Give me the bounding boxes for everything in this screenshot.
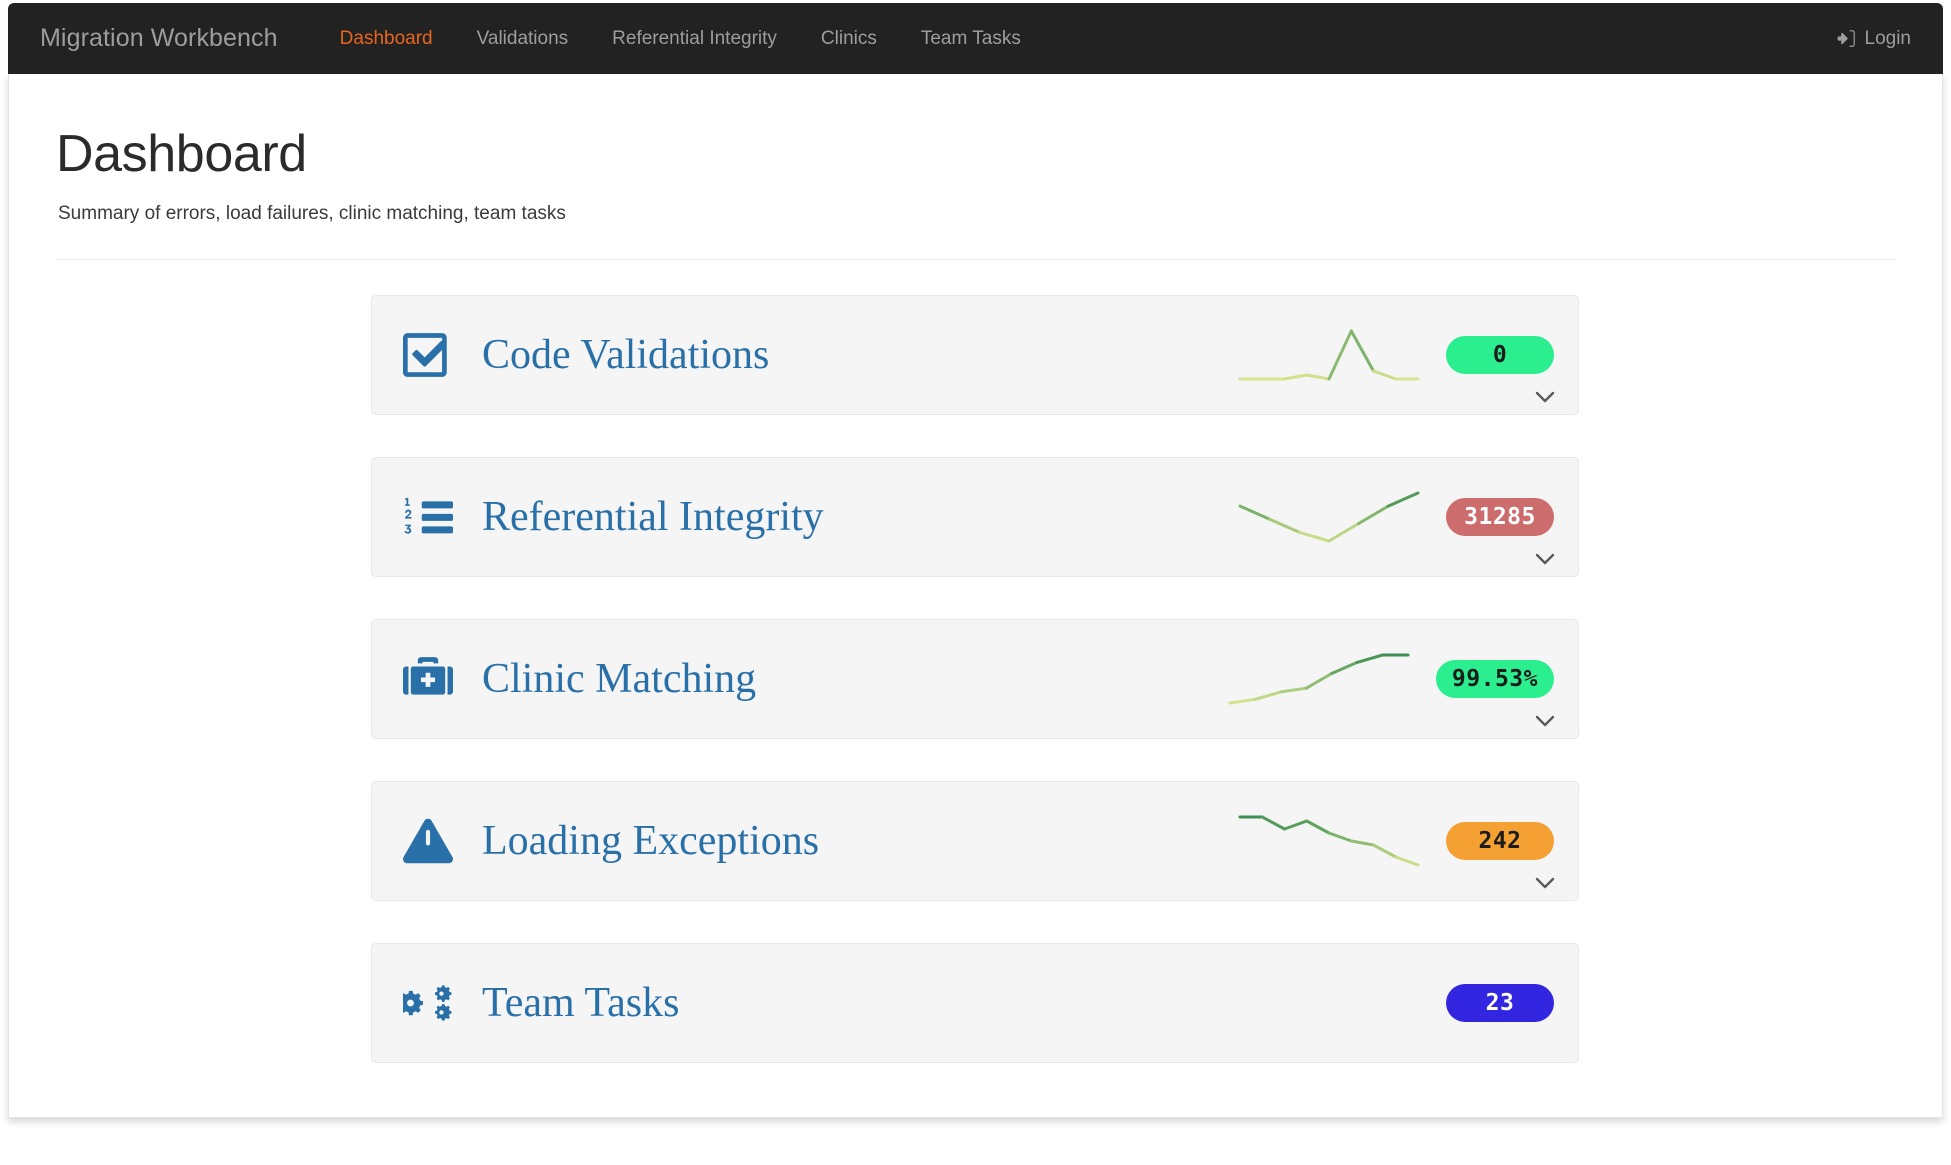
summary-card[interactable]: Code Validations 0 (371, 295, 1579, 415)
nav-link-dashboard[interactable]: Dashboard (318, 16, 455, 62)
trend-sparkline (1224, 649, 1414, 709)
metric-badge: 242 (1446, 822, 1554, 860)
nav-link-team-tasks[interactable]: Team Tasks (899, 16, 1043, 62)
nav-link-validations[interactable]: Validations (455, 16, 591, 62)
medical-kit-icon (400, 651, 456, 707)
trend-sparkline (1234, 487, 1424, 547)
sign-in-icon (1837, 29, 1856, 48)
page-title: Dashboard (56, 125, 307, 183)
trend-sparkline (1234, 325, 1424, 385)
summary-card-list: Code Validations 0 Referential Integrity 31… (371, 295, 1579, 1063)
summary-card[interactable]: Clinic Matching 99.53% (371, 619, 1579, 739)
check-square-icon (400, 327, 456, 383)
nav-links: Dashboard Validations Referential Integrit… (318, 16, 1043, 62)
card-title: Code Validations (482, 332, 770, 378)
header-divider (56, 259, 1896, 260)
nav-link-referential-integrity[interactable]: Referential Integrity (590, 16, 799, 62)
nav-link-clinics[interactable]: Clinics (799, 16, 899, 62)
card-title: Loading Exceptions (482, 818, 820, 864)
metric-badge: 23 (1446, 984, 1554, 1022)
card-title: Team Tasks (482, 980, 680, 1026)
metric-badge: 99.53% (1435, 660, 1554, 698)
card-title: Referential Integrity (482, 494, 824, 540)
login-button[interactable]: Login (1831, 16, 1918, 62)
chevron-down-icon[interactable] (1534, 875, 1556, 891)
summary-card[interactable]: Team Tasks 23 (371, 943, 1579, 1063)
content-panel: Dashboard Summary of errors, load failur… (8, 74, 1943, 1118)
trend-sparkline (1234, 811, 1424, 871)
top-navbar: Migration Workbench Dashboard Validations… (8, 3, 1943, 74)
page-subtitle: Summary of errors, load failures, clinic… (58, 203, 566, 224)
metric-badge: 0 (1446, 336, 1554, 374)
chevron-down-icon[interactable] (1534, 713, 1556, 729)
metric-badge: 31285 (1446, 498, 1554, 536)
cogs-icon (400, 975, 456, 1031)
summary-card[interactable]: Referential Integrity 31285 (371, 457, 1579, 577)
warning-triangle-icon (400, 813, 456, 869)
ordered-list-icon (400, 489, 456, 545)
navbar-right: Login (1831, 16, 1918, 62)
dashboard-page: Migration Workbench Dashboard Validations… (0, 0, 1951, 1165)
login-label: Login (1864, 27, 1912, 49)
card-title: Clinic Matching (482, 656, 757, 702)
brand-title[interactable]: Migration Workbench (28, 24, 296, 53)
chevron-down-icon[interactable] (1534, 551, 1556, 567)
summary-card[interactable]: Loading Exceptions 242 (371, 781, 1579, 901)
chevron-down-icon[interactable] (1534, 389, 1556, 405)
